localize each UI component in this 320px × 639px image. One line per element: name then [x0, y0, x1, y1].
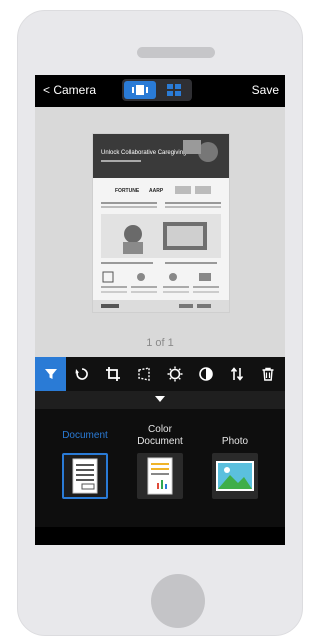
- perspective-tool-button[interactable]: [128, 357, 159, 391]
- mode-color-document-thumbnail[interactable]: [137, 453, 183, 499]
- grid-view-button[interactable]: [158, 81, 190, 99]
- single-page-icon: [132, 85, 148, 95]
- document-title: Unlock Collaborative Caregiving: [101, 150, 186, 156]
- delete-tool-button[interactable]: [252, 357, 283, 391]
- view-mode-segmented-control: [122, 79, 192, 101]
- rotate-icon: [75, 368, 88, 380]
- color-document-icon: [147, 457, 173, 495]
- crop-tool-button[interactable]: [97, 357, 128, 391]
- mode-document-label: Document: [62, 430, 108, 441]
- single-page-view-button[interactable]: [124, 81, 156, 99]
- mode-color-document-label: Color Document: [137, 424, 183, 447]
- document-logo-1: FORTUNE: [115, 188, 140, 194]
- mode-photo-thumbnail[interactable]: [212, 453, 258, 499]
- trash-icon: [262, 367, 273, 381]
- speaker-slot: [137, 47, 215, 58]
- scanned-document-page[interactable]: Unlock Collaborative Caregiving FORTUNE …: [93, 134, 229, 312]
- filter-icon: [44, 369, 57, 379]
- document-logo-2: AARP: [149, 188, 164, 194]
- page-indicator: 1 of 1: [146, 337, 174, 349]
- filter-mode-panel: Document Color Document Photo: [35, 409, 285, 527]
- brightness-icon: [167, 366, 182, 382]
- document-preview-area: Unlock Collaborative Caregiving FORTUNE …: [35, 107, 285, 357]
- bottom-strip: [35, 527, 285, 545]
- chevron-down-icon: [155, 396, 165, 402]
- document-content: Unlock Collaborative Caregiving FORTUNE …: [93, 134, 229, 312]
- reorder-tool-button[interactable]: [221, 357, 252, 391]
- brightness-tool-button[interactable]: [159, 357, 190, 391]
- rotate-tool-button[interactable]: [66, 357, 97, 391]
- contrast-icon: [198, 367, 213, 381]
- home-button[interactable]: [151, 574, 205, 628]
- photo-icon: [216, 461, 254, 491]
- save-button[interactable]: Save: [252, 83, 279, 97]
- back-to-camera-button[interactable]: < Camera: [43, 83, 96, 97]
- contrast-tool-button[interactable]: [190, 357, 221, 391]
- sort-icon: [230, 367, 243, 381]
- perspective-icon: [137, 367, 150, 381]
- edit-toolbar: [35, 357, 285, 391]
- mode-document-thumbnail[interactable]: [62, 453, 108, 499]
- app-screen: < Camera Save Unlock Collaborative Careg…: [35, 75, 285, 545]
- grid-icon: [167, 84, 181, 96]
- top-bar: < Camera Save: [35, 75, 285, 107]
- document-bw-icon: [72, 458, 98, 494]
- mode-photo-label: Photo: [221, 436, 249, 447]
- crop-icon: [105, 367, 120, 381]
- filter-tool-button[interactable]: [35, 357, 66, 391]
- collapse-panel-toggle[interactable]: [35, 391, 285, 409]
